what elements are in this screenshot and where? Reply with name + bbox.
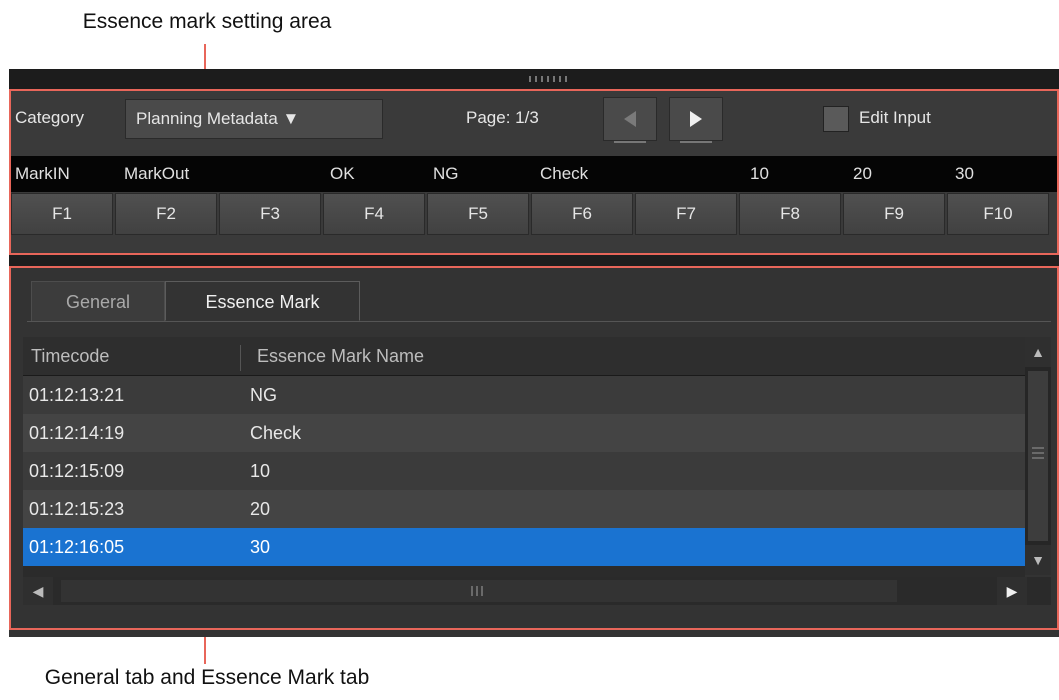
callout-essence-mark-setting-area: Essence mark setting area: [82, 10, 332, 33]
highlight-frame-tab-area: [9, 266, 1059, 630]
panel-resize-bar[interactable]: [9, 69, 1059, 89]
callout-general-and-essence-mark-tab: General tab and Essence Mark tab: [44, 666, 370, 689]
highlight-frame-setting-area: [9, 89, 1059, 255]
resize-grip-icon[interactable]: [529, 76, 569, 82]
essence-mark-panel: Category Planning Metadata ▼ Page: 1/3 E…: [9, 69, 1059, 637]
